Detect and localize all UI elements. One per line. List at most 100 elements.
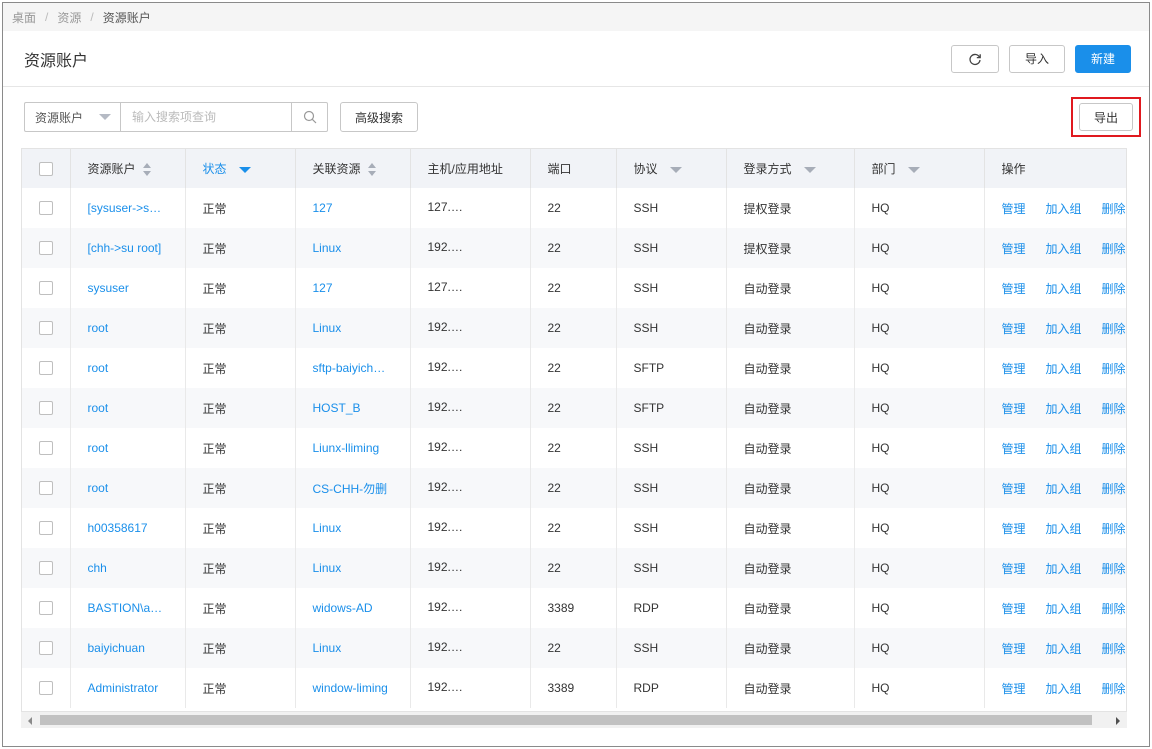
resource-link[interactable]: sftp-baiyich… [295,348,411,388]
row-checkbox[interactable] [38,641,53,656]
account-link[interactable]: BASTION\a… [70,588,186,628]
filter-icon[interactable] [238,166,251,173]
delete-link[interactable]: 删除 [1102,320,1126,337]
row-checkbox[interactable] [38,201,53,216]
new-button[interactable]: 新建 [1075,44,1131,73]
column-department[interactable]: 部门 [854,149,985,188]
account-link[interactable]: h00358617 [70,508,186,548]
export-button[interactable]: 导出 [1079,103,1133,131]
resource-link[interactable]: widows-AD [295,588,411,628]
filter-icon[interactable] [907,166,920,173]
add-to-group-link[interactable]: 加入组 [1046,480,1082,497]
scroll-left-icon[interactable] [28,717,32,725]
resource-link[interactable]: 127 [295,188,411,228]
manage-link[interactable]: 管理 [1002,520,1026,537]
delete-link[interactable]: 删除 [1102,520,1126,537]
resource-link[interactable]: Linux [295,548,411,588]
manage-link[interactable]: 管理 [1002,480,1026,497]
breadcrumb-resources[interactable]: 资源 [57,9,81,26]
manage-link[interactable]: 管理 [1002,200,1026,217]
add-to-group-link[interactable]: 加入组 [1046,320,1082,337]
row-checkbox[interactable] [38,521,53,536]
row-checkbox[interactable] [38,481,53,496]
row-checkbox[interactable] [38,281,53,296]
delete-link[interactable]: 删除 [1102,600,1126,617]
import-button[interactable]: 导入 [1009,44,1065,73]
add-to-group-link[interactable]: 加入组 [1046,360,1082,377]
filter-icon[interactable] [803,166,816,173]
row-checkbox[interactable] [38,441,53,456]
add-to-group-link[interactable]: 加入组 [1046,200,1082,217]
delete-link[interactable]: 删除 [1102,240,1126,257]
account-link[interactable]: Administrator [70,668,186,708]
add-to-group-link[interactable]: 加入组 [1046,640,1082,657]
search-field-select[interactable]: 资源账户 [24,102,120,132]
account-link[interactable]: root [70,348,186,388]
account-link[interactable]: root [70,428,186,468]
select-all-checkbox[interactable] [38,161,53,176]
add-to-group-link[interactable]: 加入组 [1046,240,1082,257]
add-to-group-link[interactable]: 加入组 [1046,680,1082,697]
column-account[interactable]: 资源账户 [70,149,186,188]
delete-link[interactable]: 删除 [1102,680,1126,697]
account-link[interactable]: [chh->su root] [70,228,186,268]
row-checkbox[interactable] [38,241,53,256]
manage-link[interactable]: 管理 [1002,680,1026,697]
search-input[interactable] [120,102,292,132]
resource-link[interactable]: window-liming [295,668,411,708]
delete-link[interactable]: 删除 [1102,640,1126,657]
horizontal-scrollbar[interactable] [21,711,1127,728]
resource-link[interactable]: Linux [295,628,411,668]
resource-link[interactable]: Linux [295,508,411,548]
add-to-group-link[interactable]: 加入组 [1046,440,1082,457]
manage-link[interactable]: 管理 [1002,600,1026,617]
row-checkbox[interactable] [38,361,53,376]
account-link[interactable]: [sysuser->s… [70,188,186,228]
column-login-method[interactable]: 登录方式 [726,149,855,188]
row-checkbox[interactable] [38,561,53,576]
resource-link[interactable]: Liunx-lliming [295,428,411,468]
manage-link[interactable]: 管理 [1002,280,1026,297]
advanced-search-button[interactable]: 高级搜索 [340,102,419,132]
account-link[interactable]: chh [70,548,186,588]
manage-link[interactable]: 管理 [1002,560,1026,577]
sort-icon[interactable] [367,163,376,177]
filter-icon[interactable] [669,166,682,173]
manage-link[interactable]: 管理 [1002,440,1026,457]
row-checkbox[interactable] [38,321,53,336]
resource-link[interactable]: Linux [295,228,411,268]
delete-link[interactable]: 删除 [1102,480,1126,497]
account-link[interactable]: root [70,388,186,428]
account-link[interactable]: sysuser [70,268,186,308]
column-status[interactable]: 状态 [185,149,296,188]
manage-link[interactable]: 管理 [1002,320,1026,337]
account-link[interactable]: root [70,308,186,348]
scroll-right-icon[interactable] [1116,717,1120,725]
account-link[interactable]: root [70,468,186,508]
delete-link[interactable]: 删除 [1102,400,1126,417]
row-checkbox[interactable] [38,401,53,416]
delete-link[interactable]: 删除 [1102,360,1126,377]
delete-link[interactable]: 删除 [1102,200,1126,217]
delete-link[interactable]: 删除 [1102,440,1126,457]
row-checkbox[interactable] [38,681,53,696]
breadcrumb-desktop[interactable]: 桌面 [12,9,36,26]
delete-link[interactable]: 删除 [1102,560,1126,577]
add-to-group-link[interactable]: 加入组 [1046,560,1082,577]
resource-link[interactable]: 127 [295,268,411,308]
refresh-button[interactable] [951,44,999,73]
manage-link[interactable]: 管理 [1002,360,1026,377]
delete-link[interactable]: 删除 [1102,280,1126,297]
search-button[interactable] [292,102,328,132]
add-to-group-link[interactable]: 加入组 [1046,280,1082,297]
add-to-group-link[interactable]: 加入组 [1046,400,1082,417]
resource-link[interactable]: Linux [295,308,411,348]
add-to-group-link[interactable]: 加入组 [1046,600,1082,617]
manage-link[interactable]: 管理 [1002,640,1026,657]
resource-link[interactable]: CS-CHH-勿删 [295,468,411,508]
sort-icon[interactable] [142,163,151,177]
column-protocol[interactable]: 协议 [616,149,727,188]
manage-link[interactable]: 管理 [1002,400,1026,417]
add-to-group-link[interactable]: 加入组 [1046,520,1082,537]
manage-link[interactable]: 管理 [1002,240,1026,257]
